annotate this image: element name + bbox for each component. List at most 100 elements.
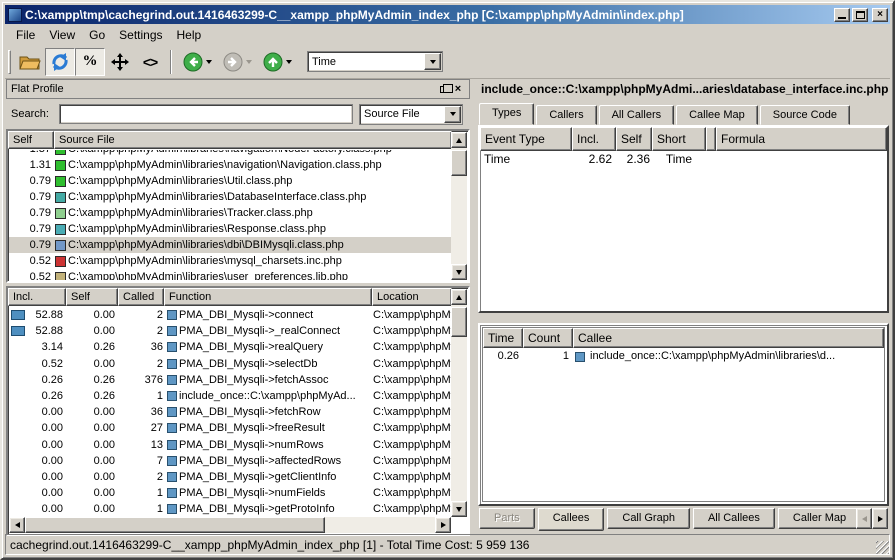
up-button[interactable] [257,48,297,76]
function-row[interactable]: 0.26 0.26 1 include_once::C:\xampp\phpMy… [9,388,451,404]
tab-callee-map[interactable]: Callee Map [676,105,758,125]
tab-all-callees[interactable]: All Callees [693,508,775,529]
function-row[interactable]: 0.26 0.26 376 PMA_DBI_Mysqli->fetchAssoc… [9,372,451,388]
chevron-down-icon [430,60,436,64]
scroll-up-button[interactable] [451,289,467,305]
back-dropdown-icon[interactable] [206,60,212,64]
file-row[interactable]: 0.79 C:\xampp\phpMyAdmin\libraries\Track… [9,205,451,221]
tab-scroll-right-button[interactable] [872,508,888,529]
close-button[interactable]: × [872,8,888,22]
function-row[interactable]: 0.00 0.00 36 PMA_DBI_Mysqli->fetchRow C:… [9,404,451,420]
tab-types[interactable]: Types [479,103,534,125]
column-header-incl[interactable]: Incl. [8,288,66,306]
column-header-self[interactable]: Self [8,131,54,149]
up-dropdown-icon[interactable] [286,60,292,64]
location-value: C:\xampp\phpMy [373,356,451,372]
app-icon[interactable] [8,8,22,22]
called-value: 27 [119,420,165,436]
file-row[interactable]: 0.79 C:\xampp\phpMyAdmin\libraries\Util.… [9,173,451,189]
column-header-location[interactable]: Location [372,288,452,306]
scroll-up-button[interactable] [451,132,467,148]
tab-callees[interactable]: Callees [538,508,605,531]
menu-settings[interactable]: Settings [112,26,169,44]
file-list-vertical-scrollbar[interactable] [451,132,467,280]
column-header-self[interactable]: Self [66,288,118,306]
function-list-horizontal-scrollbar[interactable] [9,517,451,533]
column-header-event-type[interactable]: Event Type [480,127,572,151]
column-header-called[interactable]: Called [118,288,164,306]
file-row[interactable]: 0.79 C:\xampp\phpMyAdmin\libraries\Datab… [9,189,451,205]
function-row[interactable]: 0.52 0.00 2 PMA_DBI_Mysqli->selectDb C:\… [9,356,451,372]
search-input[interactable] [59,104,353,124]
expand-areas-button[interactable] [105,48,135,76]
tab-caller-map[interactable]: Caller Map [778,508,861,529]
column-header-formula[interactable]: Formula [716,127,887,151]
function-row[interactable]: 0.00 0.00 27 PMA_DBI_Mysqli->freeResult … [9,420,451,436]
function-row[interactable]: 3.14 0.26 36 PMA_DBI_Mysqli->realQuery C… [9,339,451,355]
callee-row[interactable]: 0.26 1 include_once::C:\xampp\phpMyAdmin… [483,348,884,365]
column-header-callee[interactable]: Callee [573,328,884,348]
file-row[interactable]: 0.79 C:\xampp\phpMyAdmin\libraries\Respo… [9,221,451,237]
percent-toggle-button[interactable]: % [75,48,105,76]
event-type-row[interactable]: Time 2.62 2.36 Time [480,151,887,168]
menu-file[interactable]: File [9,26,42,44]
event-type-combobox[interactable]: Time [307,51,443,72]
maximize-button[interactable] [852,8,868,22]
close-dock-button[interactable]: × [451,82,465,96]
minimize-button[interactable] [834,8,850,22]
scroll-right-button[interactable] [435,517,451,533]
file-color-icon [55,240,66,251]
function-row[interactable]: 0.00 0.00 1 PMA_DBI_Mysqli->numFields C:… [9,485,451,501]
function-row[interactable]: 0.00 0.00 2 PMA_DBI_Mysqli->getClientInf… [9,469,451,485]
function-icon [167,456,177,466]
flat-profile-titlebar[interactable]: Flat Profile × [6,79,470,99]
column-header-incl[interactable]: Incl. [572,127,616,151]
tab-call-graph[interactable]: Call Graph [607,508,690,529]
tab-all-callers[interactable]: All Callers [599,105,675,125]
scroll-down-button[interactable] [451,501,467,517]
scroll-thumb[interactable] [25,517,325,533]
column-header-source-file[interactable]: Source File [54,131,452,149]
function-row[interactable]: 0.00 0.00 1 PMA_DBI_Mysqli->getProtoInfo… [9,501,451,517]
back-button[interactable] [177,48,217,76]
file-row[interactable]: 1.37 C:\xampp\phpMyAdmin\libraries\navig… [9,150,451,157]
tab-callers[interactable]: Callers [536,105,596,125]
scroll-thumb[interactable] [451,150,467,176]
menu-help[interactable]: Help [170,26,209,44]
function-row[interactable]: 0.00 0.00 13 PMA_DBI_Mysqli->numRows C:\… [9,437,451,453]
function-list-vertical-scrollbar[interactable] [451,289,467,517]
float-dock-button[interactable] [437,82,451,96]
called-value: 2 [119,356,165,372]
toolbar-handle[interactable] [8,50,11,74]
function-row[interactable]: 52.88 0.00 2 PMA_DBI_Mysqli->connect C:\… [9,307,451,323]
function-row[interactable]: 0.00 0.00 7 PMA_DBI_Mysqli->affectedRows… [9,453,451,469]
cycle-detection-button[interactable]: <> [135,48,165,76]
scroll-left-button[interactable] [9,517,25,533]
column-header-time[interactable]: Time [483,328,523,348]
detail-splitter[interactable] [477,313,890,323]
scroll-thumb[interactable] [451,307,467,337]
menu-view[interactable]: View [42,26,82,44]
column-header-self[interactable]: Self [616,127,652,151]
self-value: 0.00 [67,323,119,339]
file-row[interactable]: 0.52 C:\xampp\phpMyAdmin\libraries\mysql… [9,253,451,269]
title-bar[interactable]: C:\xampp\tmp\cachegrind.out.1416463299-C… [5,5,890,24]
combo-dropdown-button[interactable] [424,53,441,70]
column-header-short[interactable]: Short [652,127,706,151]
tab-source-code[interactable]: Source Code [760,105,850,125]
file-row[interactable]: 0.52 C:\xampp\phpMyAdmin\libraries\user_… [9,269,451,280]
column-header-function[interactable]: Function [164,288,372,306]
function-row[interactable]: 52.88 0.00 2 PMA_DBI_Mysqli->_realConnec… [9,323,451,339]
grouping-combobox[interactable]: Source File [359,104,463,125]
open-file-button[interactable] [15,48,45,76]
column-header-count[interactable]: Count [523,328,573,348]
relative-cost-button[interactable] [45,48,75,76]
resize-grip[interactable] [876,541,889,554]
function-icon [167,326,177,336]
file-row-selected[interactable]: 0.79 C:\xampp\phpMyAdmin\libraries\dbi\D… [9,237,451,253]
scroll-down-button[interactable] [451,264,467,280]
menu-go[interactable]: Go [82,26,112,44]
triangle-up-icon [456,138,462,143]
file-row[interactable]: 1.31 C:\xampp\phpMyAdmin\libraries\navig… [9,157,451,173]
grouping-dropdown-button[interactable] [444,106,461,123]
